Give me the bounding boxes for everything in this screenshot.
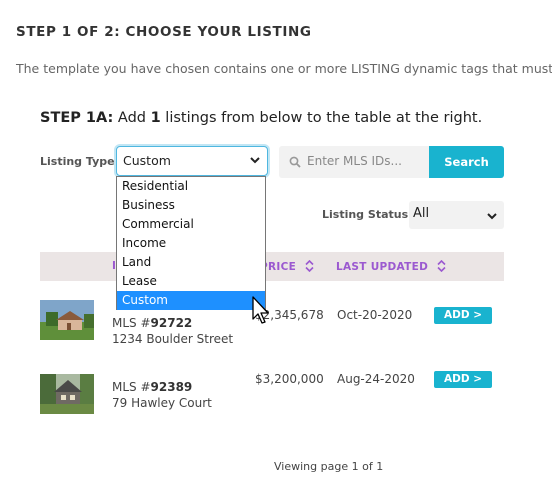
- mouse-cursor-icon: [252, 296, 269, 324]
- step-text-before: Add: [117, 110, 146, 126]
- mls-number: 92389: [150, 380, 193, 394]
- search-button[interactable]: Search: [429, 146, 504, 178]
- listing-type-label: Listing Type: [40, 155, 115, 168]
- listing-status-value: All: [413, 206, 430, 221]
- chevron-down-icon: [250, 157, 260, 164]
- option-commercial[interactable]: Commercial: [117, 215, 265, 234]
- option-income[interactable]: Income: [117, 234, 265, 253]
- pager-total: of 1: [362, 460, 384, 473]
- mls-prefix: MLS #: [112, 316, 151, 330]
- col-price-header[interactable]: PRICE: [260, 259, 314, 273]
- listing-type-dropdown[interactable]: Residential Business Commercial Income L…: [116, 176, 266, 310]
- table-header: ID PRICE LAST UPDATED: [40, 252, 504, 281]
- chevron-down-icon: [487, 213, 497, 220]
- table-row: [40, 374, 94, 414]
- sort-icon: [305, 259, 314, 273]
- col-updated-header[interactable]: LAST UPDATED: [336, 259, 446, 273]
- listing-status-select[interactable]: All: [409, 201, 504, 229]
- option-lease[interactable]: Lease: [117, 272, 265, 291]
- intro-text: The template you have chosen contains on…: [16, 61, 552, 76]
- listing-address: 79 Hawley Court: [112, 396, 212, 410]
- mls-search-input[interactable]: [307, 154, 425, 168]
- pager-prefix: Viewing page: [274, 460, 349, 473]
- listing-price: $3,200,000: [255, 372, 324, 386]
- mls-number: 92722: [150, 316, 193, 330]
- page-title: STEP 1 OF 2: CHOOSE YOUR LISTING: [16, 24, 312, 40]
- step-label: STEP 1A:: [40, 110, 114, 126]
- pager-current[interactable]: 1: [352, 460, 359, 473]
- sort-icon: [437, 259, 446, 273]
- mls-prefix: MLS #: [112, 380, 151, 394]
- pagination-status: Viewing page 1 of 1: [274, 460, 383, 473]
- listing-photo: [40, 374, 94, 414]
- option-business[interactable]: Business: [117, 196, 265, 215]
- listing-updated: Oct-20-2020: [337, 308, 413, 322]
- mls-search-field[interactable]: [279, 146, 429, 178]
- listing-mls-id: MLS #92722: [112, 316, 192, 330]
- listing-type-select[interactable]: Custom: [116, 146, 268, 176]
- step-text-after: listings from below to the table at the …: [165, 110, 483, 126]
- add-listing-button[interactable]: ADD >: [434, 307, 492, 324]
- add-listing-button[interactable]: ADD >: [434, 371, 492, 388]
- listing-status-label: Listing Status: [322, 208, 409, 221]
- listing-photo: [40, 300, 94, 340]
- listing-mls-id: MLS #92389: [112, 380, 192, 394]
- option-residential[interactable]: Residential: [117, 177, 265, 196]
- search-icon: [289, 156, 301, 168]
- step-count: 1: [150, 110, 161, 126]
- col-updated-label: LAST UPDATED: [336, 261, 429, 273]
- option-custom[interactable]: Custom: [117, 291, 265, 310]
- listing-type-value: Custom: [123, 153, 171, 168]
- listing-updated: Aug-24-2020: [337, 372, 415, 386]
- table-row: [40, 300, 94, 340]
- listing-address: 1234 Boulder Street: [112, 332, 234, 346]
- option-land[interactable]: Land: [117, 253, 265, 272]
- step-instruction: STEP 1A: Add 1 listings from below to th…: [40, 110, 482, 126]
